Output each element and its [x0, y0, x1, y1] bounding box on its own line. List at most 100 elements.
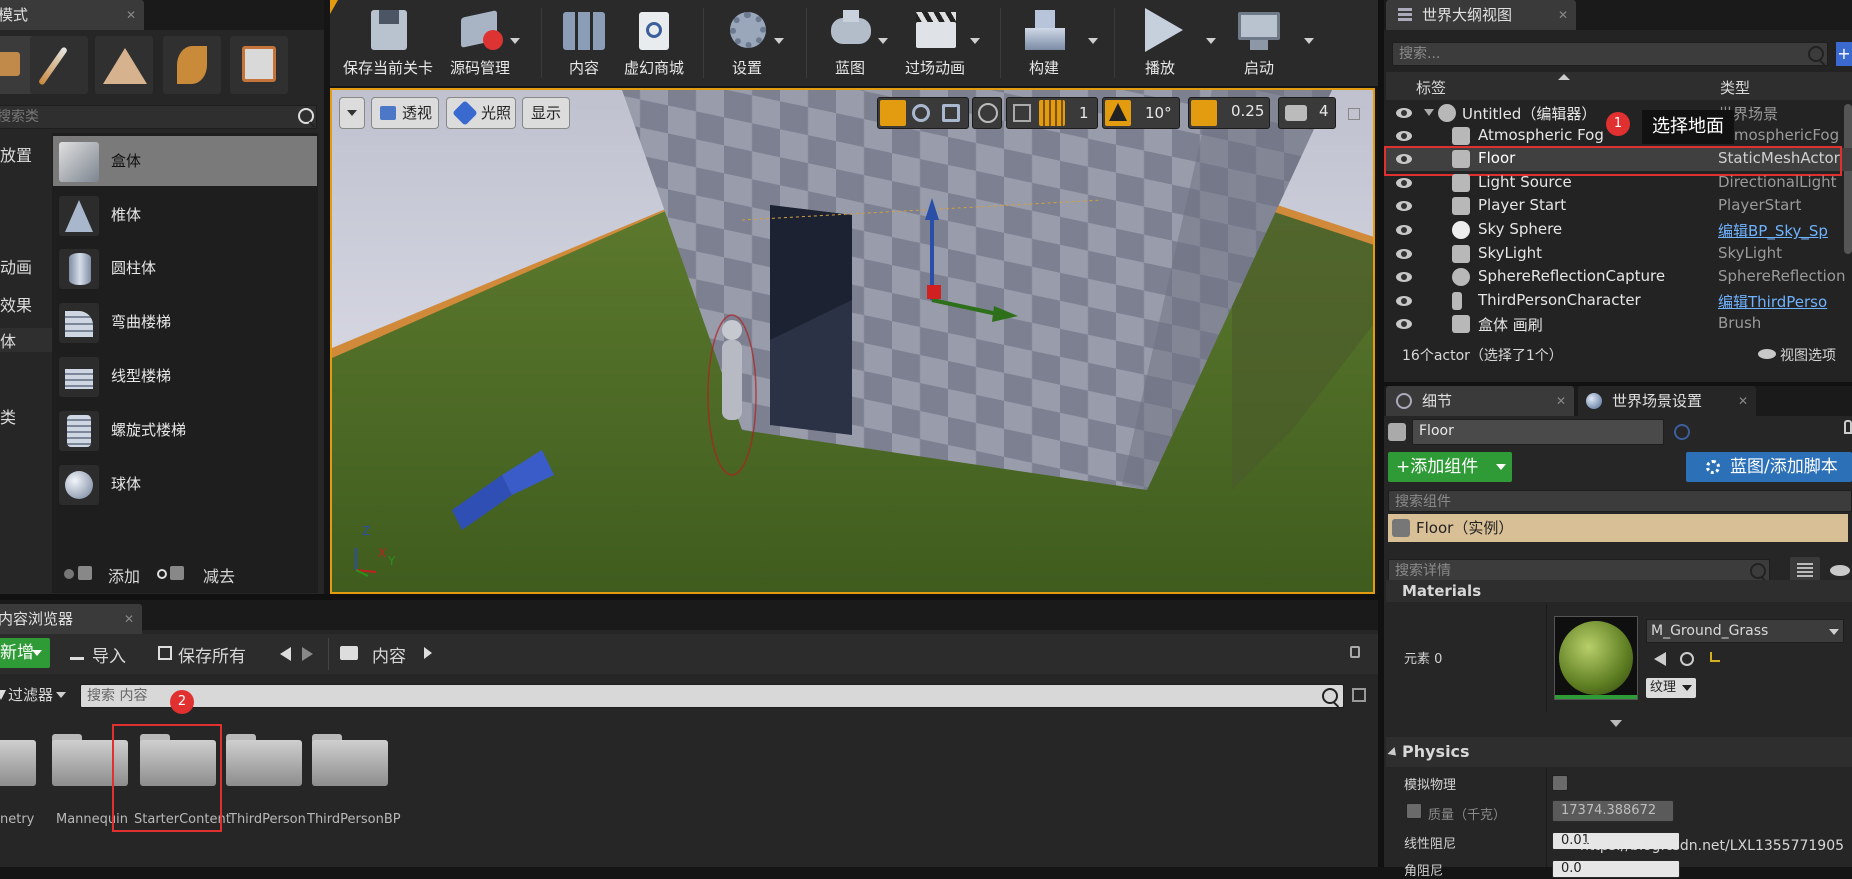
cinematics-button[interactable]: 过场动画: [898, 6, 972, 80]
grid-snap-icon[interactable]: [1039, 100, 1065, 126]
outliner-add-button[interactable]: +: [1836, 42, 1852, 66]
place-item-cylinder[interactable]: 圆柱体: [53, 243, 317, 293]
add-new-button[interactable]: 新增: [0, 638, 50, 668]
play-button[interactable]: 播放: [1130, 6, 1190, 80]
actor-name-input[interactable]: Floor: [1412, 419, 1664, 445]
foliage-mode-icon[interactable]: [163, 36, 221, 94]
browse-search-icon[interactable]: [1680, 652, 1694, 666]
simulate-physics-checkbox[interactable]: [1552, 775, 1568, 791]
scale-snap-icon[interactable]: [1191, 100, 1217, 126]
place-item-linear-stairs[interactable]: 线型楼梯: [53, 351, 317, 401]
save-search-icon[interactable]: [1352, 688, 1366, 702]
panel-splitter-horizontal[interactable]: [0, 594, 1378, 600]
save-level-button[interactable]: 保存当前关卡: [338, 6, 438, 80]
import-button[interactable]: 导入: [68, 642, 126, 667]
close-icon[interactable]: ✕: [1558, 0, 1568, 30]
folder-third-person-bp[interactable]: [312, 730, 388, 788]
forward-arrow-icon[interactable]: [302, 647, 313, 661]
place-item-sphere[interactable]: 球体: [53, 459, 317, 509]
rotation-snap-icon[interactable]: [1105, 100, 1131, 126]
level-viewport[interactable]: Z X Y: [330, 88, 1375, 594]
perspective-button[interactable]: 透视: [371, 97, 439, 129]
physics-section-header[interactable]: Physics: [1386, 737, 1852, 767]
outliner-row-box-brush[interactable]: 盒体 画刷 Brush: [1386, 313, 1852, 336]
angular-damping-field[interactable]: 0.0: [1552, 860, 1680, 878]
close-icon[interactable]: ✕: [126, 0, 136, 30]
translate-tool-icon[interactable]: [880, 100, 906, 126]
search-components-input[interactable]: 搜索组件: [1388, 490, 1852, 512]
reset-arrow-icon[interactable]: [1710, 652, 1720, 662]
scale-snap-value[interactable]: 0.25: [1231, 96, 1264, 126]
outliner-search-input[interactable]: 搜索...: [1392, 42, 1828, 66]
paint-mode-icon[interactable]: [30, 36, 88, 94]
camera-speed-value[interactable]: 4: [1319, 96, 1329, 126]
visibility-eye-icon[interactable]: [1396, 178, 1412, 188]
search-icon[interactable]: [1808, 46, 1824, 62]
use-selected-arrow-icon[interactable]: [1654, 652, 1666, 666]
visibility-eye-icon[interactable]: [1396, 108, 1412, 118]
outliner-row-sky-sphere[interactable]: Sky Sphere 编辑BP_Sky_Sp: [1386, 219, 1852, 242]
category-classes[interactable]: 类: [0, 404, 16, 428]
component-tree-item[interactable]: Floor（实例）: [1388, 514, 1848, 542]
blueprint-button[interactable]: 蓝图: [818, 6, 882, 80]
visibility-eye-icon[interactable]: [1396, 131, 1412, 141]
outliner-row-sphere-reflection[interactable]: SphereReflectionCapture SphereReflection: [1386, 266, 1852, 289]
visibility-filter-icon[interactable]: [1830, 565, 1850, 576]
material-thumbnail[interactable]: [1554, 616, 1638, 700]
close-icon[interactable]: ✕: [124, 604, 134, 634]
back-arrow-icon[interactable]: [280, 647, 291, 661]
launch-dropdown-icon[interactable]: [1304, 38, 1314, 44]
source-control-dropdown-icon[interactable]: [510, 38, 520, 44]
blueprint-dropdown-icon[interactable]: [878, 38, 888, 44]
filters-button[interactable]: 过滤器: [0, 684, 66, 708]
category-effects[interactable]: 效果: [0, 292, 32, 316]
column-type-header[interactable]: 类型: [1720, 77, 1750, 98]
maximize-viewport-icon[interactable]: [1348, 108, 1360, 120]
outliner-row-player-start[interactable]: Player Start PlayerStart: [1386, 195, 1852, 218]
mass-override-checkbox[interactable]: [1406, 803, 1422, 819]
tab-modes[interactable]: 模式 ✕: [0, 0, 144, 30]
cinematics-dropdown-icon[interactable]: [970, 38, 980, 44]
show-button[interactable]: 显示: [522, 97, 570, 129]
panel-splitter-right[interactable]: [1384, 382, 1852, 386]
place-item-curved-stairs[interactable]: 弯曲楼梯: [53, 297, 317, 347]
outliner-row-type-link[interactable]: 编辑BP_Sky_Sp: [1718, 220, 1852, 241]
search-classes-input[interactable]: 搜索类: [0, 105, 317, 129]
add-component-button[interactable]: +添加组件: [1388, 452, 1512, 482]
viewport-options-button[interactable]: [339, 97, 365, 129]
add-radio[interactable]: [64, 569, 74, 579]
build-button[interactable]: 构建: [1014, 6, 1074, 80]
tab-details[interactable]: 细节 ✕: [1386, 386, 1574, 416]
materials-section-header[interactable]: Materials: [1386, 580, 1852, 602]
camera-speed-group[interactable]: 4: [1278, 97, 1336, 129]
outliner-row-light-source[interactable]: Light Source DirectionalLight: [1386, 172, 1852, 195]
search-icon[interactable]: [1750, 563, 1766, 579]
view-options-button[interactable]: 视图选项: [1758, 345, 1852, 365]
tab-content-browser[interactable]: 内容浏览器 ✕: [0, 604, 142, 634]
close-icon[interactable]: ✕: [1556, 386, 1566, 416]
place-item-spiral-stairs[interactable]: 螺旋式楼梯: [53, 405, 317, 455]
help-icon[interactable]: [1674, 424, 1690, 440]
content-search-input[interactable]: 搜索 内容: [80, 684, 1344, 708]
tab-world-outliner[interactable]: 世界大纲视图 ✕: [1386, 0, 1576, 30]
path-expand-arrow-icon[interactable]: [424, 647, 432, 659]
category-place[interactable]: 放置: [0, 142, 32, 166]
category-volumes[interactable]: 体: [0, 328, 52, 352]
expand-arrow-icon[interactable]: [1610, 720, 1622, 727]
place-item-box[interactable]: 盒体: [53, 136, 317, 186]
world-local-toggle[interactable]: [972, 97, 1002, 129]
grid-snap-value[interactable]: 1: [1079, 98, 1089, 128]
build-dropdown-icon[interactable]: [1088, 38, 1098, 44]
geometry-mode-icon[interactable]: [230, 36, 288, 94]
collapse-arrow-icon[interactable]: [1424, 109, 1434, 116]
play-dropdown-icon[interactable]: [1206, 38, 1216, 44]
folder-geometry[interactable]: [0, 730, 36, 788]
outliner-row-type-link[interactable]: 编辑ThirdPerso: [1718, 291, 1852, 312]
search-icon[interactable]: [298, 108, 314, 124]
path-root-content[interactable]: 内容: [372, 642, 406, 667]
surface-snap-icon[interactable]: [1013, 104, 1031, 122]
close-icon[interactable]: ✕: [1738, 386, 1748, 416]
lock-icon[interactable]: [1350, 646, 1360, 658]
texture-dropdown[interactable]: 纹理: [1646, 678, 1696, 698]
save-all-button[interactable]: 保存所有: [156, 642, 246, 667]
